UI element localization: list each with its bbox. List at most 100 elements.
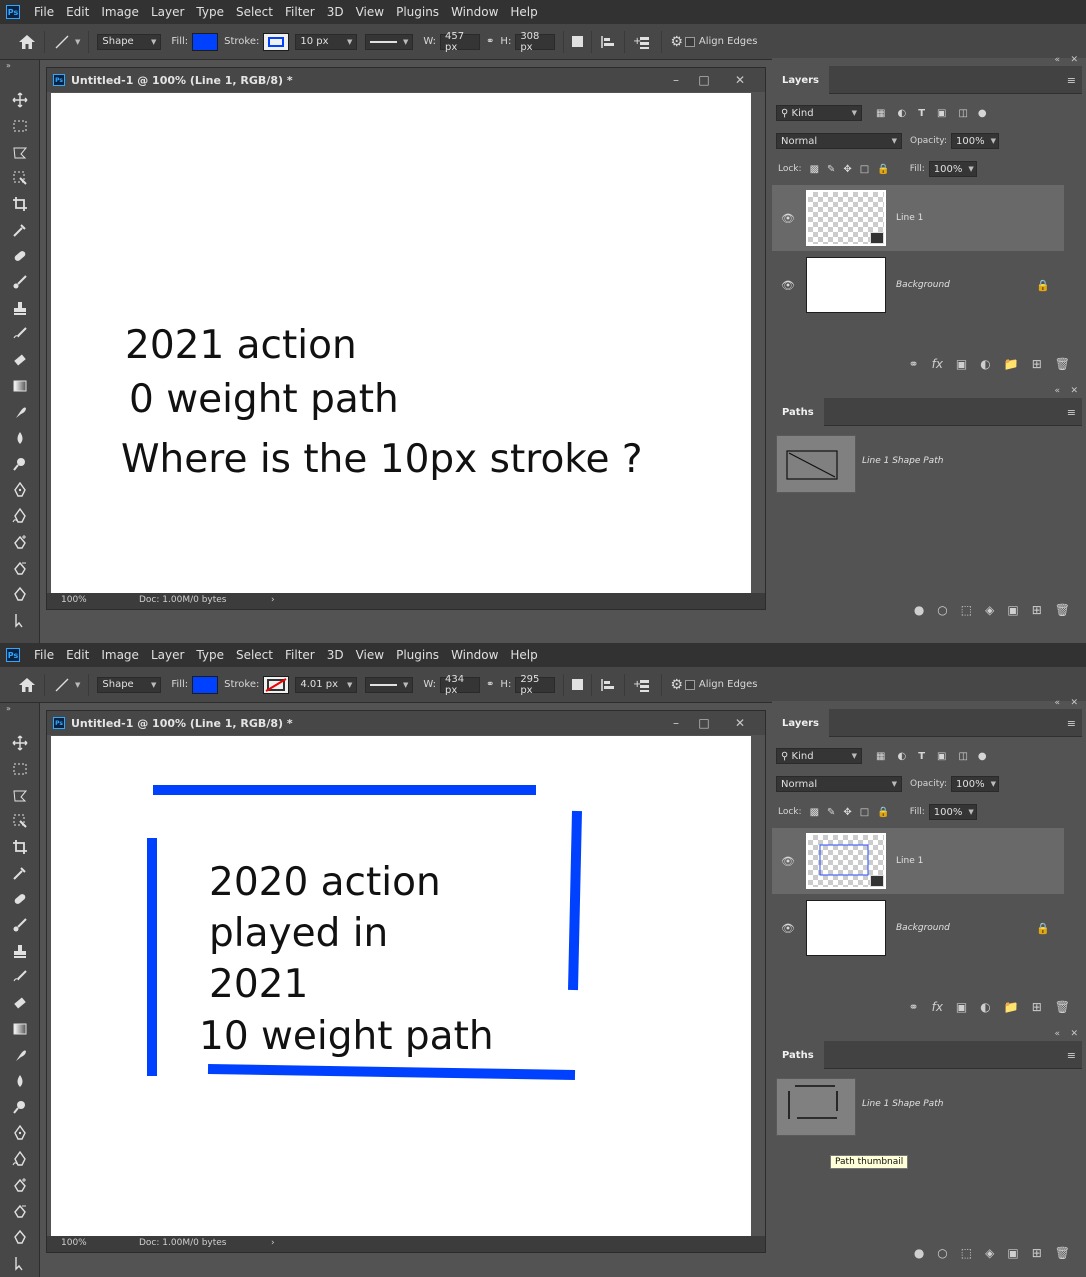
marquee-tool-icon[interactable] [10, 759, 30, 779]
document-tab[interactable]: Ps Untitled-1 @ 100% (Line 1, RGB/8) * [47, 68, 765, 92]
panel-close-icon[interactable]: ✕ [1070, 386, 1078, 396]
home-icon[interactable] [18, 34, 36, 50]
menu-file[interactable]: File [28, 648, 60, 662]
line-tool-icon[interactable]: ▼ [53, 34, 80, 50]
tool-mode-select[interactable]: Shape ▼ [97, 676, 162, 693]
menu-image[interactable]: Image [95, 648, 145, 662]
panel-collapse-icon[interactable]: « [1054, 55, 1060, 65]
filter-toggle-icon[interactable]: ● [978, 751, 987, 762]
menu-image[interactable]: Image [95, 5, 145, 19]
minimize-icon[interactable]: – [667, 72, 685, 88]
delete-layer-icon[interactable]: 🗑 [1055, 1000, 1070, 1014]
add-mask-icon[interactable]: ▣ [956, 1000, 967, 1014]
pen-tool-icon[interactable] [10, 480, 30, 500]
delete-path-icon[interactable]: 🗑 [1055, 1246, 1070, 1260]
lock-position-icon[interactable]: ✥ [843, 164, 851, 175]
delete-anchor-tool-icon[interactable] [10, 1201, 30, 1221]
align-edges-checkbox[interactable] [684, 36, 695, 47]
brush-tool-icon[interactable] [10, 272, 30, 292]
filter-pixel-icon[interactable]: ▦ [876, 108, 885, 119]
layer-name[interactable]: Line 1 [896, 213, 923, 223]
panel-close-icon[interactable]: ✕ [1070, 55, 1078, 65]
link-layers-icon[interactable]: ⚭ [909, 1000, 919, 1014]
canvas[interactable]: 2020 action played in 2021 10 weight pat… [51, 736, 751, 1236]
menu-layer[interactable]: Layer [145, 648, 190, 662]
history-brush-tool-icon[interactable] [10, 967, 30, 987]
align-edges-checkbox[interactable] [684, 679, 695, 690]
layer-row-line-1[interactable]: 👁 Line 1 [772, 185, 1064, 251]
menu-filter[interactable]: Filter [279, 648, 321, 662]
layer-thumbnail[interactable] [806, 833, 886, 889]
healing-brush-tool-icon[interactable] [10, 246, 30, 266]
chevron-right-icon[interactable]: › [271, 1238, 275, 1248]
add-mask-icon[interactable]: ▣ [1007, 1246, 1018, 1260]
clone-stamp-tool-icon[interactable] [10, 941, 30, 961]
add-mask-icon[interactable]: ▣ [956, 357, 967, 371]
layer-thumbnail[interactable] [806, 190, 886, 246]
gradient-tool-icon[interactable] [10, 1019, 30, 1039]
link-icon[interactable]: ⚭ [486, 36, 494, 47]
make-work-path-icon[interactable]: ◈ [985, 1246, 994, 1260]
lock-pixels-icon[interactable]: ✎ [827, 807, 835, 818]
menu-view[interactable]: View [350, 5, 390, 19]
line-tool-icon[interactable]: ▼ [53, 677, 80, 693]
path-alignment-icon[interactable] [600, 677, 616, 693]
zoom-level[interactable]: 100% [61, 595, 87, 605]
menu-view[interactable]: View [350, 648, 390, 662]
load-selection-icon[interactable]: ⬚ [961, 603, 972, 617]
vertical-scrollbar[interactable] [753, 93, 765, 593]
home-icon[interactable] [18, 677, 36, 693]
lock-all-icon[interactable]: 🔒 [877, 164, 889, 175]
layer-row-background[interactable]: 👁 Background 🔒 [772, 895, 1064, 961]
filter-smart-object-icon[interactable]: ◫ [958, 751, 967, 762]
layer-row-line-1[interactable]: 👁 Line 1 [772, 828, 1064, 894]
collapse-icon[interactable]: » [6, 704, 11, 713]
new-layer-icon[interactable]: ⊞ [1032, 357, 1042, 371]
fill-path-icon[interactable]: ● [914, 603, 924, 617]
document-info[interactable]: Doc: 1.00M/0 bytes [139, 595, 227, 605]
visibility-eye-icon[interactable]: 👁 [780, 212, 796, 225]
brush-tool-icon[interactable] [10, 915, 30, 935]
menu-type[interactable]: Type [190, 5, 230, 19]
lock-pixels-icon[interactable]: ✎ [827, 164, 835, 175]
path-arrangement-icon[interactable]: + [633, 677, 653, 693]
filter-type-icon[interactable]: T [918, 751, 925, 762]
fill-path-icon[interactable]: ● [914, 1246, 924, 1260]
height-input[interactable]: 295 px [515, 674, 556, 696]
blur-tool-icon[interactable] [10, 1071, 30, 1091]
tool-mode-select[interactable]: Shape ▼ [97, 33, 162, 50]
menu-plugins[interactable]: Plugins [390, 5, 445, 19]
delete-layer-icon[interactable]: 🗑 [1055, 357, 1070, 371]
path-row-line-1[interactable]: Line 1 Shape Path [772, 432, 1064, 493]
new-path-icon[interactable]: ⊞ [1032, 603, 1042, 617]
menu-select[interactable]: Select [230, 648, 279, 662]
filter-pixel-icon[interactable]: ▦ [876, 751, 885, 762]
panel-menu-icon[interactable]: ≡ [1067, 74, 1076, 87]
smudge-tool-icon[interactable] [10, 1045, 30, 1065]
add-anchor-tool-icon[interactable] [10, 532, 30, 552]
menu-filter[interactable]: Filter [279, 5, 321, 19]
stroke-width-input[interactable]: 4.01 px ▼ [295, 676, 358, 693]
layer-name[interactable]: Background [896, 923, 950, 933]
panel-collapse-icon[interactable]: « [1054, 1029, 1060, 1039]
tab-paths[interactable]: Paths [772, 398, 824, 426]
stroke-path-icon[interactable]: ○ [937, 603, 947, 617]
lock-artboard-icon[interactable]: □ [860, 807, 869, 818]
close-icon[interactable]: ✕ [731, 715, 749, 731]
lock-transparent-icon[interactable]: ▩ [810, 807, 819, 818]
path-thumbnail[interactable] [776, 435, 856, 493]
menu-3d[interactable]: 3D [321, 5, 350, 19]
opacity-input[interactable]: 100% ▼ [951, 776, 999, 792]
clone-stamp-tool-icon[interactable] [10, 298, 30, 318]
maximize-icon[interactable]: □ [695, 72, 713, 88]
menu-layer[interactable]: Layer [145, 5, 190, 19]
filter-shape-icon[interactable]: ▣ [937, 108, 946, 119]
panel-close-icon[interactable]: ✕ [1070, 698, 1078, 708]
healing-brush-tool-icon[interactable] [10, 889, 30, 909]
panel-menu-icon[interactable]: ≡ [1067, 406, 1076, 419]
marquee-tool-icon[interactable] [10, 116, 30, 136]
panel-menu-icon[interactable]: ≡ [1067, 1049, 1076, 1062]
filter-adjustment-icon[interactable]: ◐ [897, 108, 906, 119]
menu-window[interactable]: Window [445, 5, 504, 19]
height-input[interactable]: 308 px [515, 31, 556, 53]
